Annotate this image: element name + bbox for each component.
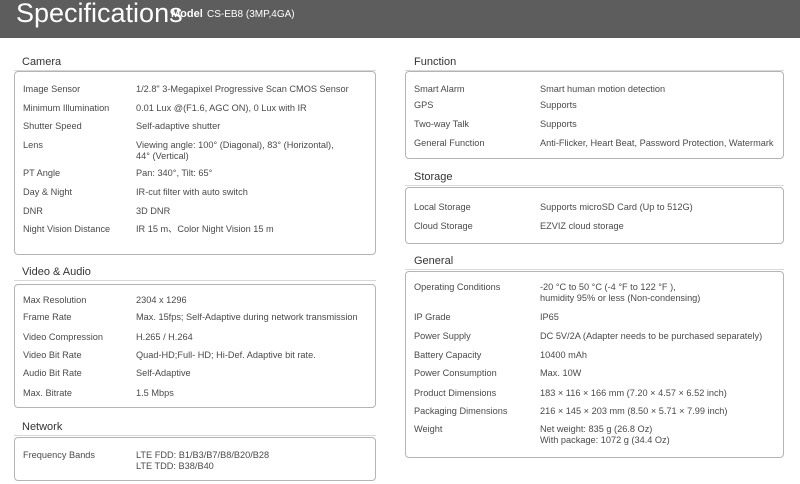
video-audio-section-title: Video & Audio: [22, 266, 91, 278]
video-audio-spec-box: Max Resolution 2304 x 1296 Frame Rate Max. …: [14, 284, 376, 408]
spec-value: H.265 / H.264: [136, 332, 193, 342]
spec-label: Power Supply: [414, 331, 471, 341]
spec-value: DC 5V/2A (Adapter needs to be purchased …: [540, 331, 763, 341]
spec-value: LTE TDD: B38/B40: [136, 460, 214, 471]
spec-value: Smart human motion detection: [540, 84, 666, 94]
spec-value: Self-Adaptive: [136, 368, 191, 378]
spec-label: Two-way Talk: [414, 119, 469, 129]
spec-label: Max. Bitrate: [23, 388, 73, 398]
camera-spec-box: Image Sensor 1/2.8" 3-Megapixel Progressi…: [14, 71, 376, 255]
network-spec-box: Frequency Bands LTE FDD: B1/B3/B7/B8/B20/…: [14, 437, 376, 481]
storage-spec-box: Local Storage Supports microSD Card (Up t…: [405, 187, 784, 244]
spec-label: Local Storage: [414, 202, 471, 212]
spec-label: GPS: [414, 100, 434, 110]
spec-label: Night Vision Distance: [23, 224, 111, 234]
spec-value: -20 °C to 50 °C (-4 °F to 122 °F ),: [540, 282, 676, 292]
spec-label: Image Sensor: [23, 84, 81, 94]
spec-value: Self-adaptive shutter: [136, 121, 221, 131]
spec-value: Max. 15fps; Self-Adaptive during network…: [136, 312, 358, 322]
spec-value: humidity 95% or less (Non-condensing): [540, 292, 701, 303]
spec-value: Supports: [540, 119, 577, 129]
storage-title-divider: [405, 185, 784, 186]
network-title-divider: [14, 435, 376, 436]
spec-label: Smart Alarm: [414, 84, 465, 94]
video-audio-title-divider: [14, 280, 376, 281]
page-header: Specifications Model CS-EB8 (3MP,4GA): [0, 0, 800, 38]
general-spec-box: Operating Conditions -20 °C to 50 °C (-4 …: [405, 271, 784, 458]
spec-label: Lens: [23, 140, 43, 150]
spec-label: Minimum Illumination: [23, 103, 110, 113]
spec-label: Day & Night: [23, 187, 73, 197]
spec-label: Power Consumption: [414, 368, 497, 378]
general-title-divider: [405, 269, 784, 270]
storage-section-title: Storage: [414, 171, 453, 183]
spec-value: Supports: [540, 100, 577, 110]
spec-label: Video Compression: [23, 332, 104, 342]
spec-label: Video Bit Rate: [23, 350, 82, 360]
spec-label: Audio Bit Rate: [23, 368, 82, 378]
spec-value: IR 15 m、Color Night Vision 15 m: [136, 224, 274, 234]
model-value: CS-EB8 (3MP,4GA): [207, 9, 295, 20]
spec-value: LTE FDD: B1/B3/B7/B8/B20/B28: [136, 450, 270, 460]
spec-value: IP65: [540, 312, 559, 322]
spec-value: Net weight: 835 g (26.8 Oz): [540, 424, 653, 434]
spec-value: 10400 mAh: [540, 350, 587, 360]
camera-section-title: Camera: [22, 56, 62, 68]
spec-label: Operating Conditions: [414, 282, 501, 292]
spec-value: Anti-Flicker, Heart Beat, Password Prote…: [540, 138, 774, 148]
function-spec-box: Smart Alarm Smart human motion detection G…: [405, 71, 784, 159]
spec-value: Pan: 340°, Tilt: 65°: [136, 168, 213, 178]
spec-label: Product Dimensions: [414, 388, 497, 398]
spec-label: DNR: [23, 206, 43, 216]
spec-value: Max. 10W: [540, 368, 582, 378]
spec-label: Weight: [414, 424, 443, 434]
spec-label: Cloud Storage: [414, 221, 473, 231]
spec-label: Max Resolution: [23, 295, 87, 305]
spec-value: 183 × 116 × 166 mm (7.20 × 4.57 × 6.52 i…: [540, 388, 727, 398]
spec-value: 216 × 145 × 203 mm (8.50 × 5.71 × 7.99 i…: [540, 406, 728, 416]
spec-value: Viewing angle: 100° (Diagonal), 83° (Hor…: [136, 140, 334, 150]
spec-label: PT Angle: [23, 168, 61, 178]
spec-value: 44° (Vertical): [136, 150, 189, 161]
spec-label: Shutter Speed: [23, 121, 82, 131]
spec-value: 0.01 Lux @(F1.6, AGC ON), 0 Lux with IR: [136, 103, 307, 113]
spec-label: General Function: [414, 138, 485, 148]
spec-label: Frequency Bands: [23, 450, 96, 460]
network-section-title: Network: [22, 421, 63, 433]
spec-label: IP Grade: [414, 312, 451, 322]
spec-value: Supports microSD Card (Up to 512G): [540, 202, 693, 212]
spec-value: Quad-HD;Full- HD; Hi-Def. Adaptive bit r…: [136, 350, 316, 360]
spec-value: 1.5 Mbps: [136, 388, 174, 398]
function-section-title: Function: [414, 56, 457, 68]
spec-label: Frame Rate: [23, 312, 72, 322]
spec-label: Battery Capacity: [414, 350, 482, 360]
spec-value: 2304 x 1296: [136, 295, 187, 305]
spec-value: EZVIZ cloud storage: [540, 221, 624, 231]
model-label: Model: [171, 8, 203, 20]
page-title: Specifications: [16, 0, 183, 28]
general-section-title: General: [414, 255, 454, 267]
spec-value: 3D DNR: [136, 206, 171, 216]
spec-label: Packaging Dimensions: [414, 406, 508, 416]
spec-value: IR-cut filter with auto switch: [136, 187, 248, 197]
spec-value: 1/2.8" 3-Megapixel Progressive Scan CMOS…: [136, 84, 349, 94]
spec-value: With package: 1072 g (34.4 Oz): [540, 434, 670, 445]
